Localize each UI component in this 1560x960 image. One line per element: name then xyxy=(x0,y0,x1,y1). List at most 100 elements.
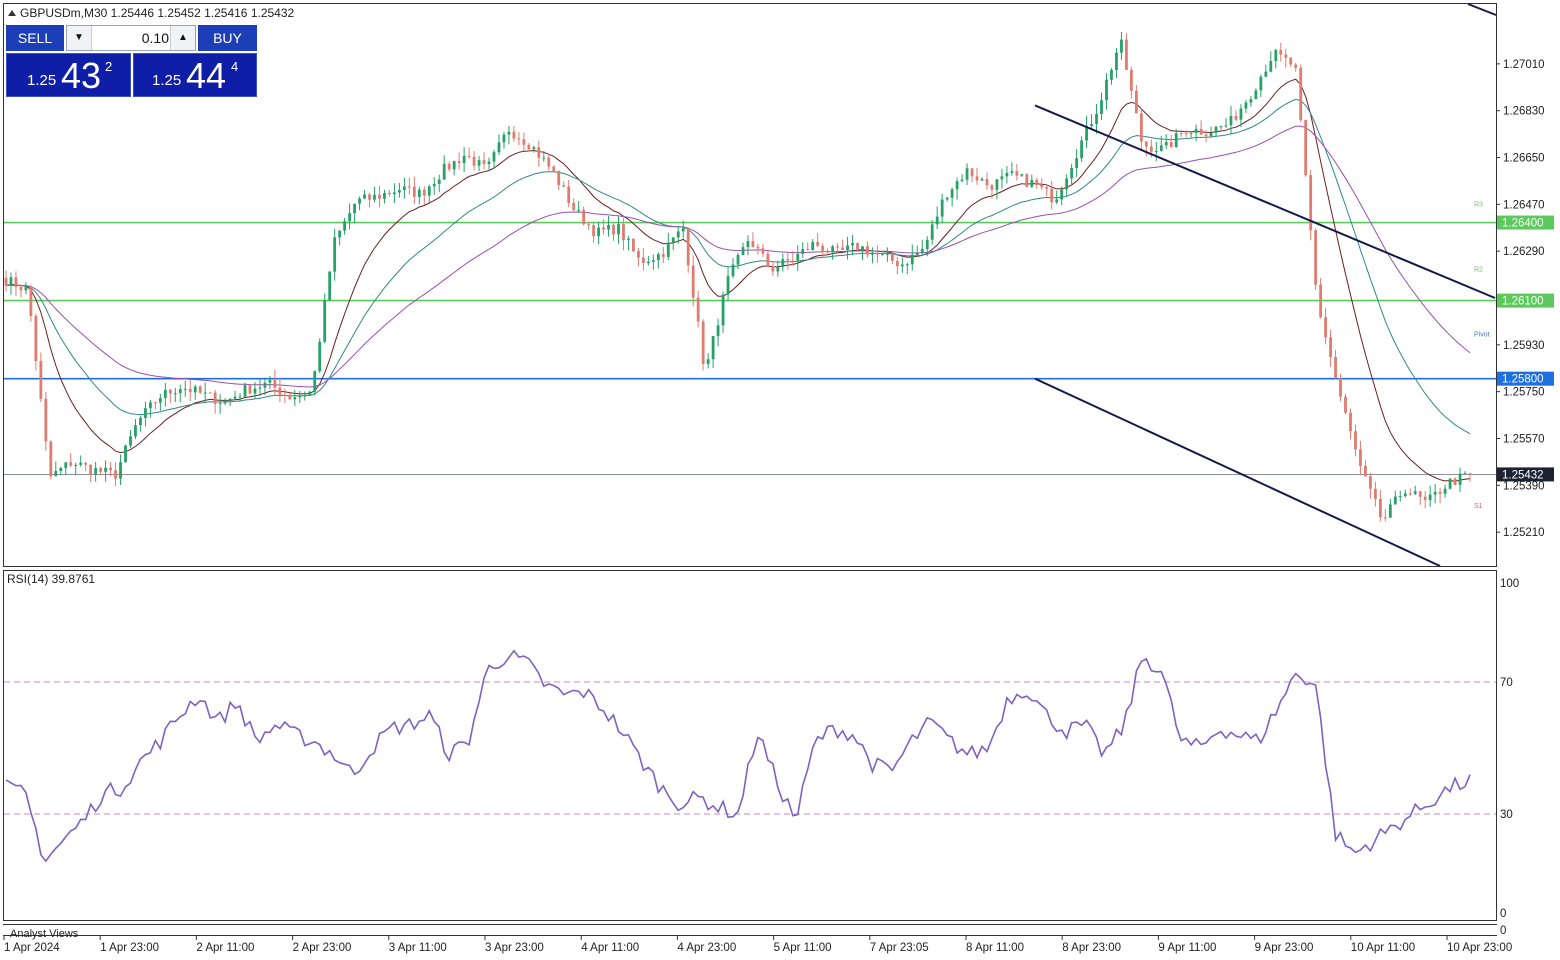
candle-body xyxy=(1339,377,1342,397)
time-tick-label: 9 Apr 23:00 xyxy=(1255,942,1314,954)
candle-body xyxy=(139,418,142,426)
candle-body xyxy=(522,139,526,145)
candle-body xyxy=(69,462,73,466)
time-tick-label: 2 Apr 11:00 xyxy=(196,942,254,954)
candle-body xyxy=(1463,473,1467,475)
candle-body xyxy=(1214,126,1218,133)
candle xyxy=(1035,177,1039,189)
candle-body xyxy=(383,193,386,199)
candle-body xyxy=(831,246,835,252)
candle xyxy=(258,379,262,397)
candle-body xyxy=(283,394,287,396)
candle-body xyxy=(861,246,864,250)
candle-body xyxy=(1189,132,1193,134)
candle xyxy=(1139,107,1143,152)
candle xyxy=(1154,142,1158,162)
chart-canvas[interactable]: 1.270101.268301.266501.264701.262901.259… xyxy=(0,0,1560,960)
candle xyxy=(1448,478,1452,490)
candle-body xyxy=(9,277,13,286)
candle-body xyxy=(920,248,924,253)
candle-body xyxy=(1159,145,1163,152)
candle-body xyxy=(1184,133,1188,135)
buy-price-quote[interactable]: 1.25 44 4 xyxy=(133,53,257,97)
candle xyxy=(1398,490,1402,502)
candle xyxy=(1120,31,1123,60)
candle-body xyxy=(1090,124,1093,126)
time-tick-label: 2 Apr 23:00 xyxy=(293,942,352,954)
candle xyxy=(851,235,854,256)
buy-button[interactable]: BUY xyxy=(198,25,257,51)
candle-body xyxy=(1294,64,1298,68)
candle xyxy=(736,252,740,270)
candle xyxy=(39,352,43,403)
candle-body xyxy=(1269,61,1273,72)
candle xyxy=(577,201,581,214)
candle xyxy=(527,143,531,152)
candle xyxy=(437,174,441,193)
candle-body xyxy=(990,185,994,190)
candle xyxy=(975,167,979,185)
candle-body xyxy=(1349,412,1352,432)
candle xyxy=(407,178,411,195)
candle-body xyxy=(1010,171,1014,173)
candle xyxy=(632,238,635,253)
candle xyxy=(641,248,645,271)
candle xyxy=(462,147,466,173)
candle xyxy=(1354,424,1357,457)
lot-input[interactable] xyxy=(93,27,171,49)
candle xyxy=(656,252,660,269)
candle-body xyxy=(950,189,954,198)
candle xyxy=(801,242,805,259)
candle xyxy=(582,206,586,226)
candle xyxy=(562,181,566,188)
lot-increase-button[interactable]: ▲ xyxy=(170,26,195,50)
candle xyxy=(905,262,909,275)
candle xyxy=(771,262,775,277)
candle xyxy=(1090,114,1093,129)
candle-body xyxy=(985,179,989,186)
candle xyxy=(223,398,227,406)
candle xyxy=(721,291,725,334)
candle xyxy=(1304,119,1308,177)
candle xyxy=(323,293,327,344)
candle-body xyxy=(1144,141,1148,147)
candle-body xyxy=(188,388,192,393)
candle-body xyxy=(1334,357,1337,378)
candle-body xyxy=(44,398,48,442)
candle xyxy=(532,145,536,153)
channel-upper-continuation[interactable] xyxy=(1467,3,1497,16)
candle xyxy=(1105,73,1108,110)
candle-body xyxy=(183,388,187,390)
candle xyxy=(1344,393,1347,415)
lot-decrease-button[interactable]: ▼ xyxy=(67,26,92,50)
candle xyxy=(1095,104,1098,134)
candle xyxy=(651,254,655,270)
analyst-views-label[interactable]: Analyst Views xyxy=(10,928,79,940)
sell-button[interactable]: SELL xyxy=(6,25,64,51)
candle-body xyxy=(701,321,705,364)
candle xyxy=(846,236,849,260)
time-tick-label: 8 Apr 11:00 xyxy=(966,942,1024,954)
candle-body xyxy=(686,227,690,266)
candle xyxy=(1249,95,1253,107)
rsi-title: RSI(14) 39.8761 xyxy=(7,572,95,586)
candle-body xyxy=(900,264,904,267)
candle-body xyxy=(84,462,88,465)
channel-upper-line[interactable] xyxy=(1034,104,1496,299)
candle-body xyxy=(1234,115,1238,120)
pivot-label-r3: R3 xyxy=(1474,201,1483,208)
channel-lower-line[interactable] xyxy=(1034,377,1441,567)
candle-body xyxy=(1443,488,1447,494)
sell-price-quote[interactable]: 1.25 43 2 xyxy=(6,53,131,97)
candle-body xyxy=(373,194,376,200)
collapse-triangle-icon[interactable] xyxy=(8,10,16,16)
candle xyxy=(1388,498,1392,518)
channel-lines[interactable] xyxy=(1034,3,1497,567)
candle xyxy=(557,170,561,191)
candle-body xyxy=(562,185,566,187)
candle-body xyxy=(308,391,312,396)
candle xyxy=(1269,51,1273,73)
lot-stepper[interactable]: ▼ ▲ xyxy=(66,25,196,51)
candle xyxy=(397,182,401,198)
candle xyxy=(1443,484,1447,498)
